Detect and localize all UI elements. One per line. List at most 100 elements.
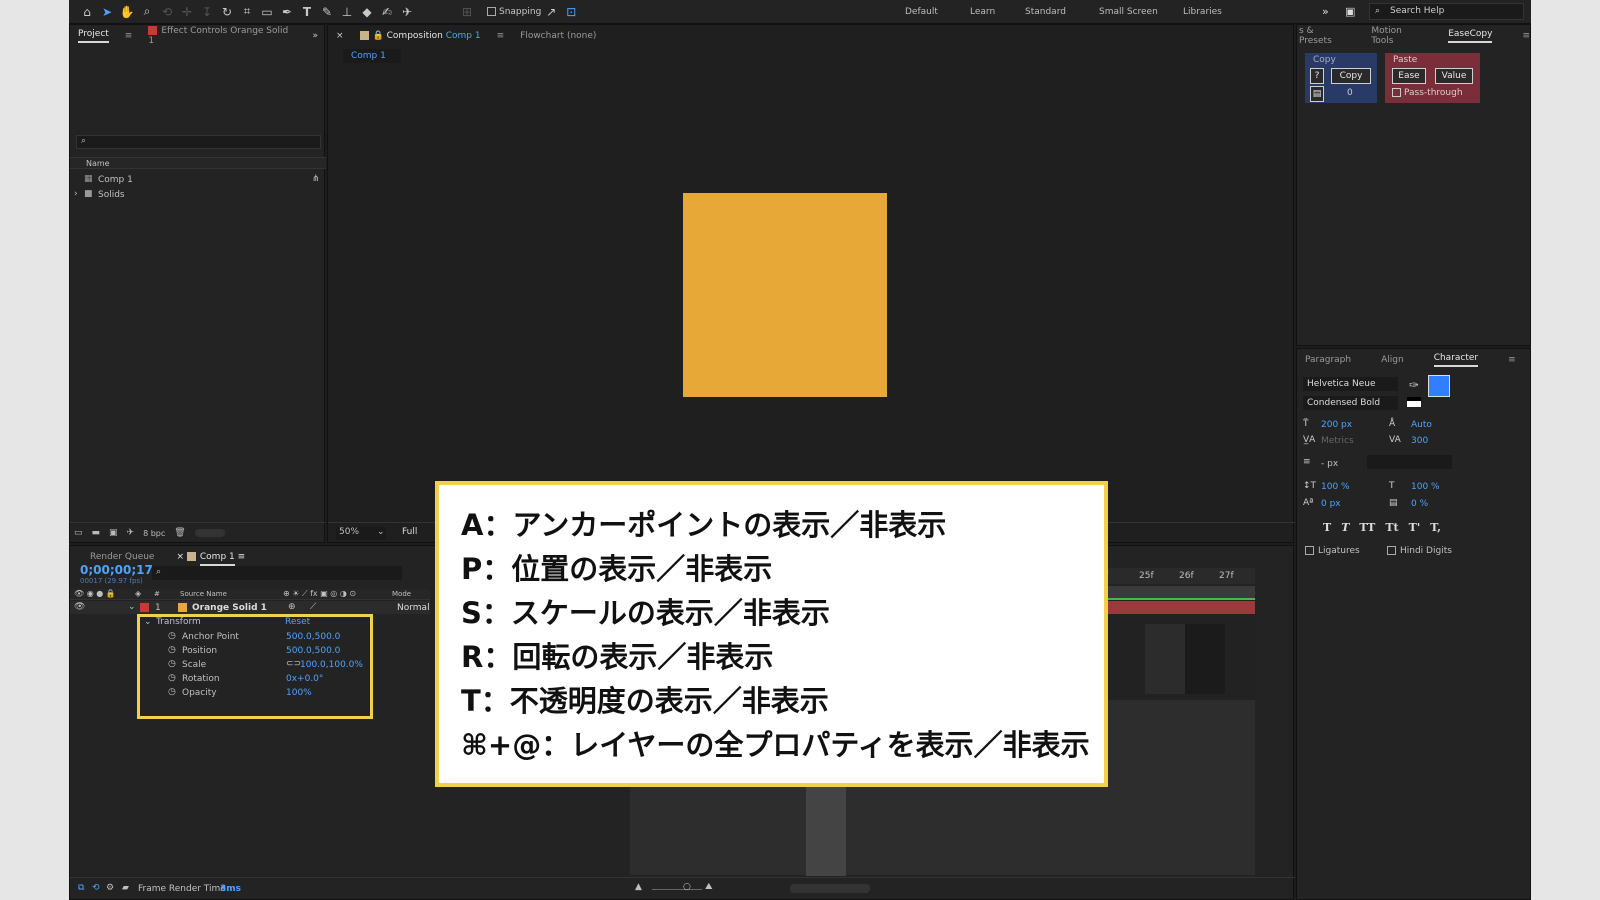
stroke-type-dropdown[interactable] [1367, 455, 1452, 469]
timeline-menu-icon[interactable]: ≡ [238, 552, 246, 562]
eraser-tool-icon[interactable]: ◆ [357, 2, 377, 22]
font-style-dropdown[interactable]: Condensed Bold [1303, 396, 1398, 410]
pan-behind-tool-icon[interactable]: ⌗ [237, 2, 257, 22]
zoom-in-icon[interactable]: ⛰ [705, 882, 713, 892]
snapping-checkbox[interactable] [487, 7, 496, 16]
snap-grid-icon[interactable]: ⊡ [561, 2, 581, 22]
zoom-tool-icon[interactable]: ⌕ [137, 2, 157, 22]
faux-bold-button[interactable]: T [1323, 521, 1331, 534]
adobe-media-encoder-icon[interactable]: ✈ [127, 528, 135, 538]
kerning-value[interactable]: Metrics [1321, 436, 1354, 446]
leading-value[interactable]: Auto [1411, 420, 1432, 430]
tsume-value[interactable]: 0 % [1411, 499, 1428, 509]
tracking-value[interactable]: 300 [1411, 436, 1428, 446]
orbit-tool-icon[interactable]: ⟲ [157, 2, 177, 22]
close-tab-icon[interactable]: × [176, 552, 184, 562]
all-caps-button[interactable]: TT [1359, 521, 1375, 534]
ease-button[interactable]: Ease [1392, 68, 1426, 84]
close-tab-icon[interactable]: × [336, 31, 344, 41]
tab-easecopy[interactable]: EaseCopy [1448, 29, 1493, 43]
current-time-display[interactable]: 0;00;00;17 [80, 563, 153, 577]
help-button[interactable]: ? [1310, 68, 1324, 84]
quality-switch-icon[interactable]: ⟋ [310, 602, 316, 612]
dolly-tool-icon[interactable]: ↧ [197, 2, 217, 22]
vertical-scale-value[interactable]: 100 % [1321, 482, 1350, 492]
eye-icon[interactable]: 👁 [74, 602, 85, 612]
clipboard-icon[interactable]: ▤ [1310, 86, 1324, 102]
transfer-controls-icon[interactable]: ▰ [122, 883, 129, 893]
tab-effect-controls[interactable]: Effect Controls Orange Solid 1 [148, 26, 296, 46]
small-caps-button[interactable]: Tt [1385, 521, 1398, 534]
layer-switches-icon[interactable]: ⚙ [106, 883, 114, 893]
comp-subtab[interactable]: Comp 1 [343, 49, 401, 63]
pen-tool-icon[interactable]: ✒ [277, 2, 297, 22]
stroke-width-value[interactable]: - px [1321, 459, 1338, 469]
ligatures-checkbox[interactable] [1305, 546, 1314, 555]
layer-duration-bar[interactable] [1105, 601, 1255, 614]
baseline-shift-value[interactable]: 0 px [1321, 499, 1341, 509]
tab-composition[interactable]: 🔒 Composition Comp 1 [359, 31, 481, 41]
zoom-handle-icon[interactable]: ○ [683, 882, 691, 892]
tab-render-queue[interactable]: Render Queue [90, 552, 154, 562]
workspace-default[interactable]: Default [905, 0, 938, 24]
horizontal-scrollbar[interactable] [790, 884, 870, 893]
bit-depth-button[interactable]: 8 bpc [143, 529, 165, 538]
hindi-digits-checkbox[interactable] [1387, 546, 1396, 555]
new-comp-icon[interactable]: ▣ [109, 528, 118, 538]
more-workspaces-icon[interactable]: » [1322, 0, 1329, 24]
character-menu-icon[interactable]: ≡ [1508, 355, 1516, 365]
easecopy-menu-icon[interactable]: ≡ [1522, 31, 1530, 41]
chevron-down-icon[interactable]: ⌄ [128, 602, 136, 612]
tab-timeline-comp[interactable]: × Comp 1 ≡ [176, 552, 246, 566]
current-time-indicator[interactable] [806, 776, 846, 876]
flowchart-icon[interactable]: ⋔ [312, 174, 320, 184]
pan-tool-icon[interactable]: ✛ [177, 2, 197, 22]
panel-overflow-icon[interactable]: » [312, 31, 318, 41]
render-time-icon[interactable]: ⟲ [92, 883, 100, 893]
hand-tool-icon[interactable]: ✋ [117, 2, 137, 22]
superscript-button[interactable]: T' [1409, 521, 1421, 534]
brush-tool-icon[interactable]: ✎ [317, 2, 337, 22]
stroke-swatch[interactable] [1407, 397, 1421, 407]
column-source-name[interactable]: Source Name [180, 590, 227, 598]
rotate-tool-icon[interactable]: ↻ [217, 2, 237, 22]
pass-through-checkbox[interactable] [1392, 88, 1401, 97]
shy-switch-icon[interactable]: ⊕ [288, 602, 296, 612]
tab-character[interactable]: Character [1433, 353, 1479, 367]
copy-button[interactable]: Copy [1331, 68, 1371, 84]
tab-flowchart[interactable]: Flowchart (none) [520, 31, 596, 41]
workspace-learn[interactable]: Learn [970, 0, 995, 24]
workspace-small-screen[interactable]: Small Screen [1099, 0, 1158, 24]
new-folder-icon[interactable]: ▬ [92, 528, 101, 538]
tab-effects-presets[interactable]: s & Presets [1299, 26, 1341, 46]
column-mode[interactable]: Mode [392, 590, 411, 598]
zoom-out-icon[interactable]: ▲ [635, 882, 642, 892]
faux-italic-button[interactable]: T [1341, 521, 1349, 534]
roto-brush-tool-icon[interactable]: ✍ [377, 2, 397, 22]
project-item-solids[interactable]: › ■ Solids [70, 188, 326, 202]
resolution-dropdown[interactable]: Full [402, 527, 417, 537]
interpret-footage-icon[interactable]: ▭ [74, 528, 83, 538]
tab-align[interactable]: Align [1381, 355, 1404, 365]
eyedropper-icon[interactable]: ✑ [1409, 378, 1419, 392]
type-tool-icon[interactable]: T [297, 2, 317, 22]
layer-label-swatch[interactable] [140, 603, 149, 612]
trash-icon[interactable]: 🗑 [174, 528, 185, 538]
composition-menu-icon[interactable]: ≡ [497, 31, 505, 41]
tab-paragraph[interactable]: Paragraph [1305, 355, 1351, 365]
zoom-slider[interactable] [652, 889, 702, 890]
selection-tool-icon[interactable]: ➤ [97, 2, 117, 22]
font-size-value[interactable]: 200 px [1321, 420, 1352, 430]
search-help-field[interactable]: ⌕ Search Help [1369, 3, 1524, 20]
workspace-layout-icon[interactable]: ▣ [1345, 0, 1355, 24]
home-icon[interactable]: ⌂ [77, 2, 97, 22]
work-area-bar[interactable] [1105, 586, 1255, 600]
thumbnail-slider[interactable] [194, 529, 225, 537]
tab-motion-tools[interactable]: Motion Tools [1371, 26, 1418, 46]
layer-mode-dropdown[interactable]: Normal [397, 603, 430, 613]
layer-row[interactable]: 👁 ⌄ 1 Orange Solid 1 ⊕ ⟋ Normal [70, 601, 430, 614]
project-item-comp[interactable]: ▦ Comp 1 ⋔ [70, 173, 326, 187]
font-family-dropdown[interactable]: Helvetica Neue [1303, 377, 1398, 391]
workspace-libraries[interactable]: Libraries [1183, 0, 1222, 24]
column-name[interactable]: Name [86, 159, 110, 168]
